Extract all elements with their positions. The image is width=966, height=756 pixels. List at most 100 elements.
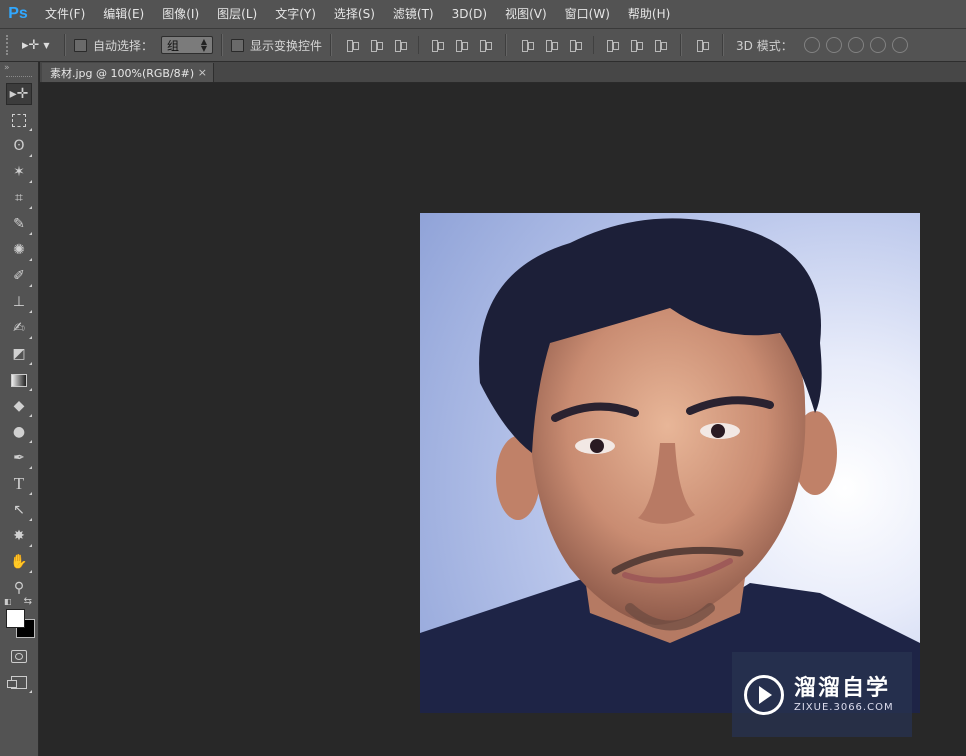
bandage-icon: ✺ [13,242,25,258]
move-tool-icon: ▸✛ [22,37,40,53]
default-colors-icon[interactable]: ◧ [4,597,12,606]
foreground-color-swatch[interactable] [6,609,25,628]
distribute-top-icon[interactable] [519,38,535,52]
menu-layer[interactable]: 图层(L) [208,0,266,28]
type-icon: T [13,474,25,493]
checkbox-box[interactable] [74,38,87,52]
distribute-right-icon[interactable] [652,38,668,52]
3d-pan-icon[interactable] [847,37,864,53]
auto-select-value: 组 [167,38,180,53]
menu-select[interactable]: 选择(S) [325,0,384,28]
marquee-icon [12,113,26,127]
document-tab-bar: 素材.jpg @ 100%(RGB/8#) × [40,62,966,83]
move-tool-button[interactable]: ▸✛ [6,83,32,105]
menu-file[interactable]: 文件(F) [36,0,94,28]
tool-preset-picker[interactable]: ▸✛ ▼ [22,38,56,53]
photoshop-logo: Ps [8,5,28,22]
quick-mask-button[interactable] [6,645,32,667]
menu-bar: Ps 文件(F) 编辑(E) 图像(I) 图层(L) 文字(Y) 选择(S) 滤… [0,0,966,29]
close-tab-icon[interactable]: × [198,66,207,79]
auto-select-checkbox[interactable]: 自动选择： [74,37,153,54]
screen-mode-icon [7,675,27,689]
collapse-toolbar-button[interactable]: » [0,62,38,76]
stamp-tool-button[interactable]: ⊥ [6,291,32,313]
dropdown-arrow-icon: ▼ [43,40,50,50]
align-buttons [340,34,714,56]
gradient-icon [11,373,27,387]
separator [330,34,333,56]
tools-panel: » ▸✛ ʘ ✶ ⌗ ✎ ✺ ✐ ⊥ ✍ ◩ ◆ ● ✒ T ↖ ✸ ✋ ⚲ ◧… [0,62,39,756]
magic-wand-tool-button[interactable]: ✶ [6,161,32,183]
blur-tool-button[interactable]: ◆ [6,395,32,417]
stamp-icon: ⊥ [12,294,26,310]
crop-tool-button[interactable]: ⌗ [6,187,32,209]
3d-scale-icon[interactable] [891,37,908,53]
3d-rotate-icon[interactable] [803,37,820,53]
history-brush-icon: ✍ [13,320,25,336]
align-vcenter-icon[interactable] [368,38,384,52]
magic-wand-icon: ✶ [13,164,25,180]
checkbox-box[interactable] [231,38,245,52]
menu-view[interactable]: 视图(V) [496,0,556,28]
menu-filter[interactable]: 滤镜(T) [384,0,443,28]
auto-select-label: 自动选择： [93,38,154,53]
hand-tool-button[interactable]: ✋ [6,551,32,573]
brush-tool-button[interactable]: ✐ [6,265,32,287]
menu-type[interactable]: 文字(Y) [266,0,325,28]
align-right-icon[interactable] [477,38,493,52]
auto-select-dropdown[interactable]: 组 ▲ ▼ [161,36,214,54]
separator [680,34,683,56]
show-transform-label: 显示变换控件 [250,38,323,53]
zoom-icon: ⚲ [13,580,25,596]
options-bar-grip[interactable] [6,35,12,55]
align-top-icon[interactable] [344,38,360,52]
watermark-title: 溜溜自学 [794,676,891,701]
play-logo-icon [744,674,784,715]
menu-3d[interactable]: 3D(D) [443,0,496,28]
quick-mask-icon [11,649,27,663]
eraser-tool-button[interactable]: ◩ [6,343,32,365]
3d-slide-icon[interactable] [869,37,886,53]
auto-align-icon[interactable] [694,38,710,52]
distribute-left-icon[interactable] [604,38,620,52]
type-tool-button[interactable]: T [6,473,32,495]
distribute-bottom-icon[interactable] [567,38,583,52]
show-transform-checkbox[interactable]: 显示变换控件 [231,37,322,54]
align-hcenter-icon[interactable] [453,38,469,52]
menu-help[interactable]: 帮助(H) [619,0,679,28]
screen-mode-button[interactable] [6,671,32,693]
watermark-subtitle: ZIXUE.3066.COM [794,702,894,713]
crop-icon: ⌗ [15,190,23,206]
lasso-tool-button[interactable]: ʘ [6,135,32,157]
align-bottom-icon[interactable] [392,38,408,52]
3d-roll-icon[interactable] [825,37,842,53]
dodge-icon: ● [12,424,26,440]
marquee-tool-button[interactable] [6,109,32,131]
brush-icon: ✐ [13,268,25,284]
menu-window[interactable]: 窗口(W) [556,0,619,28]
watermark-text: 溜溜自学 ZIXUE.3066.COM [794,676,894,713]
align-left-icon[interactable] [429,38,445,52]
document-tab[interactable]: 素材.jpg @ 100%(RGB/8#) × [42,63,214,82]
healing-brush-tool-button[interactable]: ✺ [6,239,32,261]
document-canvas-image[interactable] [420,213,920,713]
path-selection-tool-button[interactable]: ↖ [6,499,32,521]
shape-tool-button[interactable]: ✸ [6,525,32,547]
eyedropper-icon: ✎ [13,216,25,232]
eyedropper-tool-button[interactable]: ✎ [6,213,32,235]
pen-tool-button[interactable]: ✒ [6,447,32,469]
move-tool-icon: ▸✛ [9,86,29,102]
separator [221,34,224,56]
distribute-hcenter-icon[interactable] [628,38,644,52]
gradient-tool-button[interactable] [6,369,32,391]
swap-colors-icon[interactable]: ⇆ [24,596,32,607]
hand-icon: ✋ [10,554,28,570]
color-swatches: ◧ ⇆ [4,596,35,639]
separator [722,34,725,56]
toolbar-grip[interactable] [6,76,32,80]
distribute-vcenter-icon[interactable] [543,38,559,52]
menu-edit[interactable]: 编辑(E) [94,0,153,28]
dodge-tool-button[interactable]: ● [6,421,32,443]
menu-image[interactable]: 图像(I) [153,0,208,28]
history-brush-tool-button[interactable]: ✍ [6,317,32,339]
